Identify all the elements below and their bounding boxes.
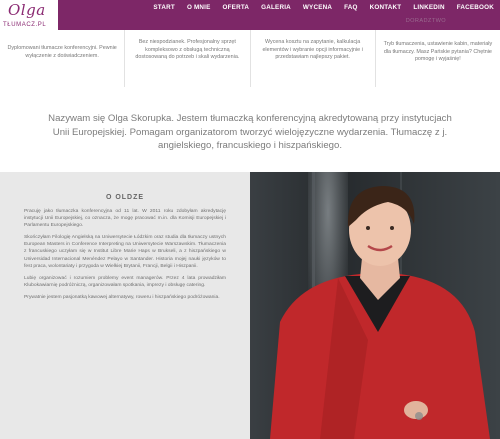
about-paragraph: Pracuję jako tłumaczka konferencyjna od … xyxy=(24,209,226,229)
feature-column: Wycena kosztu na zapytanie, kalkulacja e… xyxy=(251,30,376,87)
feature-text: Bez niespodzianek. Profesjonalny sprzęt … xyxy=(135,39,240,61)
nav-start[interactable]: START xyxy=(147,0,181,16)
about-title: O OLDZE xyxy=(105,194,145,201)
nav-linkedin[interactable]: LINKEDIN xyxy=(407,0,450,16)
feature-heading: DORADZTWO xyxy=(405,18,446,24)
about-paragraph: Skończyłam Filologię Angielską na Uniwer… xyxy=(24,235,226,269)
nav-kontakt[interactable]: KONTAKT xyxy=(364,0,408,16)
feature-column: Bez niespodzianek. Profesjonalny sprzęt … xyxy=(125,30,251,87)
about-section: O OLDZE Pracuję jako tłumaczka konferenc… xyxy=(0,172,250,439)
feature-text: Tryb tłumaczenia, ustawienie kabin, mate… xyxy=(383,41,493,63)
logo-script: Olga xyxy=(8,1,46,19)
about-paragraph: Prywatnie jestem pasjonatką kawowej alte… xyxy=(24,294,220,300)
about-body: Pracuję jako tłumaczka konferencyjna od … xyxy=(24,208,226,306)
logo-subtitle: TŁUMACZ.PL xyxy=(3,22,47,28)
portrait-illustration xyxy=(250,172,500,439)
site-header: Olga TŁUMACZ.PL START O MNIE OFERTA GALE… xyxy=(0,0,500,36)
feature-text: Wycena kosztu na zapytanie, kalkulacja e… xyxy=(262,39,363,61)
nav-wycena[interactable]: WYCENA xyxy=(297,0,338,16)
nav-facebook[interactable]: FACEBOOK xyxy=(451,0,500,16)
nav-faq[interactable]: FAQ xyxy=(338,0,364,16)
feature-column: DORADZTWO Tryb tłumaczenia, ustawienie k… xyxy=(376,18,500,87)
main-nav: START O MNIE OFERTA GALERIA WYCENA FAQ K… xyxy=(147,0,500,16)
nav-galeria[interactable]: GALERIA xyxy=(255,0,297,16)
nav-oferta[interactable]: OFERTA xyxy=(217,0,256,16)
feature-columns: Dyplomowani tłumacze konferencyjni. Pewn… xyxy=(0,18,500,87)
feature-text: Dyplomowani tłumacze konferencyjni. Pewn… xyxy=(7,45,117,59)
portrait-photo xyxy=(250,172,500,439)
about-paragraph: Lubię organizować i rozumiem problemy ev… xyxy=(24,275,226,288)
feature-column: Dyplomowani tłumacze konferencyjni. Pewn… xyxy=(0,30,126,87)
intro-text: Nazywam się Olga Skorupka. Jestem tłumac… xyxy=(48,113,452,152)
nav-o-mnie[interactable]: O MNIE xyxy=(181,0,217,16)
